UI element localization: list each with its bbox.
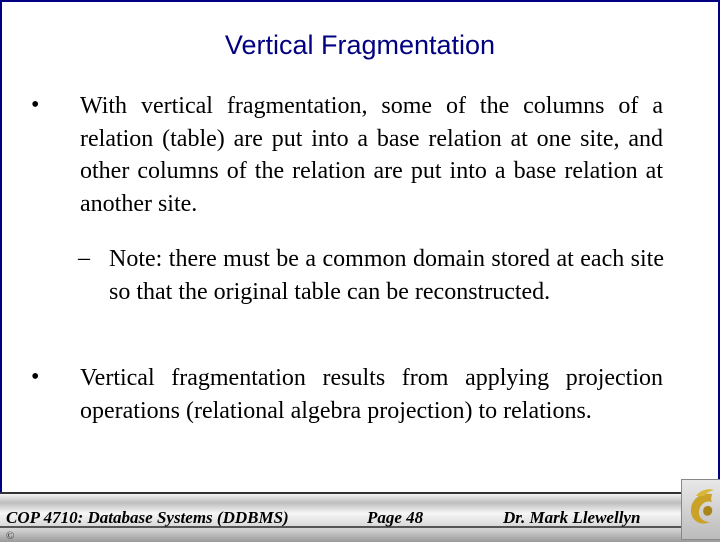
footer-course: COP 4710: Database Systems (DDBMS) (6, 508, 289, 527)
sub-bullet-marker: – (78, 245, 90, 271)
copyright-symbol: © (6, 530, 15, 542)
footer-page-number: Page 48 (367, 508, 424, 527)
sub-bullet-text: Note: there must be a common domain stor… (109, 246, 664, 305)
pegasus-logo-icon (681, 479, 720, 540)
footer-author: Dr. Mark Llewellyn (503, 508, 641, 527)
bullet-marker: • (31, 364, 40, 390)
slide-title: Vertical Fragmentation (224, 30, 496, 60)
bullet-marker: • (31, 92, 40, 118)
bullet-text: With vertical fragmentation, some of the… (80, 93, 663, 217)
bullet-text: Vertical fragmentation results from appl… (80, 365, 663, 424)
